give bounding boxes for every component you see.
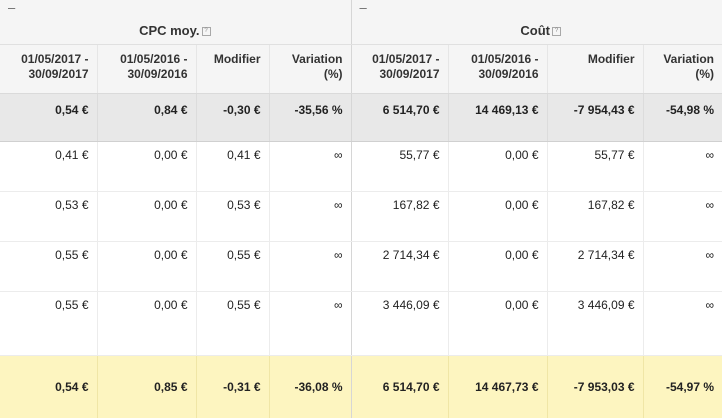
group-header-cout: – Coût? xyxy=(351,0,722,45)
column-header[interactable]: Modifier xyxy=(196,44,270,94)
table-cell: 3 446,09 € xyxy=(351,291,449,356)
table-cell: ∞ xyxy=(269,291,352,356)
column-header[interactable]: 01/05/2017 - 30/09/2017 xyxy=(0,44,98,94)
table-cell: 0,41 € xyxy=(0,141,98,192)
table-cell: 0,54 € xyxy=(0,93,98,142)
table-cell: 0,00 € xyxy=(97,241,197,292)
group-title-text: Coût xyxy=(520,23,550,38)
table-row: 0,55 € 0,00 € 0,55 € ∞ 2 714,34 € 0,00 €… xyxy=(0,241,722,292)
table-row: 0,53 € 0,00 € 0,53 € ∞ 167,82 € 0,00 € 1… xyxy=(0,191,722,242)
column-header-row: 01/05/2017 - 30/09/2017 01/05/2016 - 30/… xyxy=(0,44,722,94)
table-cell: ∞ xyxy=(269,241,352,292)
group-header-row: – CPC moy.? – Coût? xyxy=(0,0,722,45)
table-cell: 0,00 € xyxy=(448,241,548,292)
table-cell: 0,00 € xyxy=(448,291,548,356)
table-cell: 2 714,34 € xyxy=(351,241,449,292)
column-header[interactable]: Modifier xyxy=(547,44,644,94)
stats-table: – CPC moy.? – Coût? 01/05/2017 - 30/09/2… xyxy=(0,0,722,418)
table-cell: 55,77 € xyxy=(547,141,644,192)
table-cell: -7 953,03 € xyxy=(547,355,644,418)
table-cell: -7 954,43 € xyxy=(547,93,644,142)
help-icon[interactable]: ? xyxy=(552,27,561,37)
table-cell: 6 514,70 € xyxy=(351,355,449,418)
collapse-icon[interactable]: – xyxy=(360,1,367,15)
group-title-text: CPC moy. xyxy=(139,23,200,38)
table-cell: 0,85 € xyxy=(97,355,197,418)
table-cell: ∞ xyxy=(643,191,722,242)
table-cell: 0,53 € xyxy=(196,191,270,242)
help-icon[interactable]: ? xyxy=(201,27,211,37)
footer-total-row: 0,54 € 0,85 € -0,31 € -36,08 % 6 514,70 … xyxy=(0,355,722,418)
table-cell: -54,97 % xyxy=(643,355,722,418)
column-header[interactable]: 01/05/2016 - 30/09/2016 xyxy=(97,44,197,94)
group-title-cout[interactable]: Coût? xyxy=(520,23,561,38)
table-cell: ∞ xyxy=(269,191,352,242)
column-header[interactable]: Variation (%) xyxy=(643,44,722,94)
table-cell: 0,84 € xyxy=(97,93,197,142)
table-cell: 0,55 € xyxy=(0,241,98,292)
table-cell: 0,55 € xyxy=(0,291,98,356)
table-cell: 14 469,13 € xyxy=(448,93,548,142)
table-cell: -54,98 % xyxy=(643,93,722,142)
table-cell: 0,00 € xyxy=(448,191,548,242)
table-cell: 0,53 € xyxy=(0,191,98,242)
table-cell: 55,77 € xyxy=(351,141,449,192)
table-cell: 0,00 € xyxy=(448,141,548,192)
group-header-cpc: – CPC moy.? xyxy=(0,0,352,45)
column-header[interactable]: 01/05/2016 - 30/09/2016 xyxy=(448,44,548,94)
table-cell: 3 446,09 € xyxy=(547,291,644,356)
total-row: 0,54 € 0,84 € -0,30 € -35,56 % 6 514,70 … xyxy=(0,93,722,142)
table-cell: -0,30 € xyxy=(196,93,270,142)
table-cell: 0,55 € xyxy=(196,291,270,356)
table-cell: 14 467,73 € xyxy=(448,355,548,418)
table-cell: -35,56 % xyxy=(269,93,352,142)
table-cell: 0,54 € xyxy=(0,355,98,418)
table-cell: 6 514,70 € xyxy=(351,93,449,142)
collapse-icon[interactable]: – xyxy=(8,1,15,15)
table-cell: ∞ xyxy=(269,141,352,192)
table-cell: 0,00 € xyxy=(97,141,197,192)
table-cell: ∞ xyxy=(643,291,722,356)
table-cell: 0,00 € xyxy=(97,291,197,356)
table-cell: 0,55 € xyxy=(196,241,270,292)
table-cell: 2 714,34 € xyxy=(547,241,644,292)
table-cell: -0,31 € xyxy=(196,355,270,418)
table-cell: ∞ xyxy=(643,241,722,292)
table-cell: 167,82 € xyxy=(547,191,644,242)
table-cell: 167,82 € xyxy=(351,191,449,242)
table-row: 0,41 € 0,00 € 0,41 € ∞ 55,77 € 0,00 € 55… xyxy=(0,141,722,192)
table-cell: -36,08 % xyxy=(269,355,352,418)
table-cell: 0,41 € xyxy=(196,141,270,192)
table-cell: 0,00 € xyxy=(97,191,197,242)
column-header[interactable]: Variation (%) xyxy=(269,44,352,94)
group-title-cpc[interactable]: CPC moy.? xyxy=(139,23,211,38)
table-cell: ∞ xyxy=(643,141,722,192)
table-row: 0,55 € 0,00 € 0,55 € ∞ 3 446,09 € 0,00 €… xyxy=(0,291,722,356)
column-header[interactable]: 01/05/2017 - 30/09/2017 xyxy=(351,44,449,94)
